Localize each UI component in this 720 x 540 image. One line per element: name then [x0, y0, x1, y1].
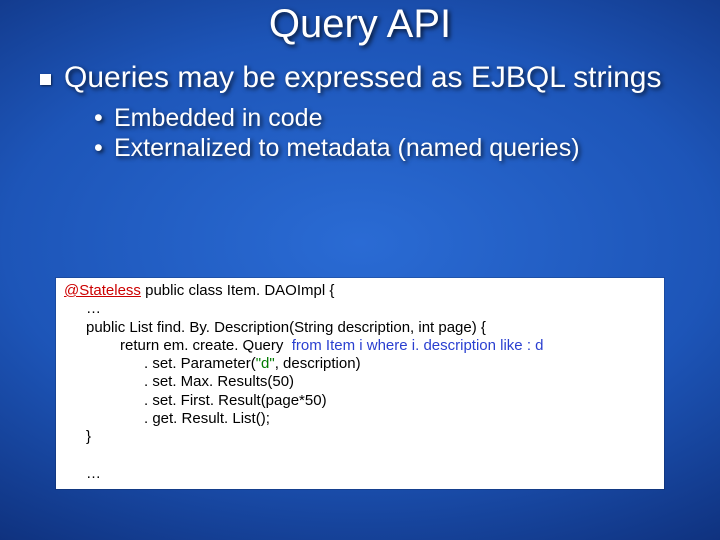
code-query: from Item i where i. description like : … [283, 337, 543, 354]
code-line: return em. create. Query from Item i whe… [64, 337, 656, 355]
code-annotation: @Stateless [64, 282, 141, 299]
code-line: public List find. By. Description(String… [64, 319, 656, 337]
code-line: } [64, 428, 656, 446]
code-line: @Stateless public class Item. DAOImpl { [64, 282, 656, 300]
bullet-lvl1: Queries may be expressed as EJBQL string… [30, 61, 690, 96]
code-text: , description) [275, 355, 361, 372]
slide-body: Queries may be expressed as EJBQL string… [0, 47, 720, 163]
code-line: . set. Max. Results(50) [64, 373, 656, 391]
code-line: . set. Parameter("d", description) [64, 355, 656, 373]
code-text: public class Item. DAOImpl { [141, 282, 334, 299]
code-text: . set. Parameter( [144, 355, 256, 372]
bullet-lvl2: Embedded in code [94, 104, 690, 133]
slide-title: Query API [0, 2, 720, 47]
code-line: … [64, 300, 656, 318]
slide: Query API Queries may be expressed as EJ… [0, 0, 720, 540]
code-text: return em. create. Query [120, 337, 283, 354]
bullet-lvl2: Externalized to metadata (named queries) [94, 134, 690, 163]
code-line [64, 447, 656, 465]
code-box: @Stateless public class Item. DAOImpl { … [56, 278, 664, 489]
code-line: . get. Result. List(); [64, 410, 656, 428]
code-line: … [64, 465, 656, 483]
code-string: "d" [256, 355, 275, 372]
code-line: . set. First. Result(page*50) [64, 392, 656, 410]
